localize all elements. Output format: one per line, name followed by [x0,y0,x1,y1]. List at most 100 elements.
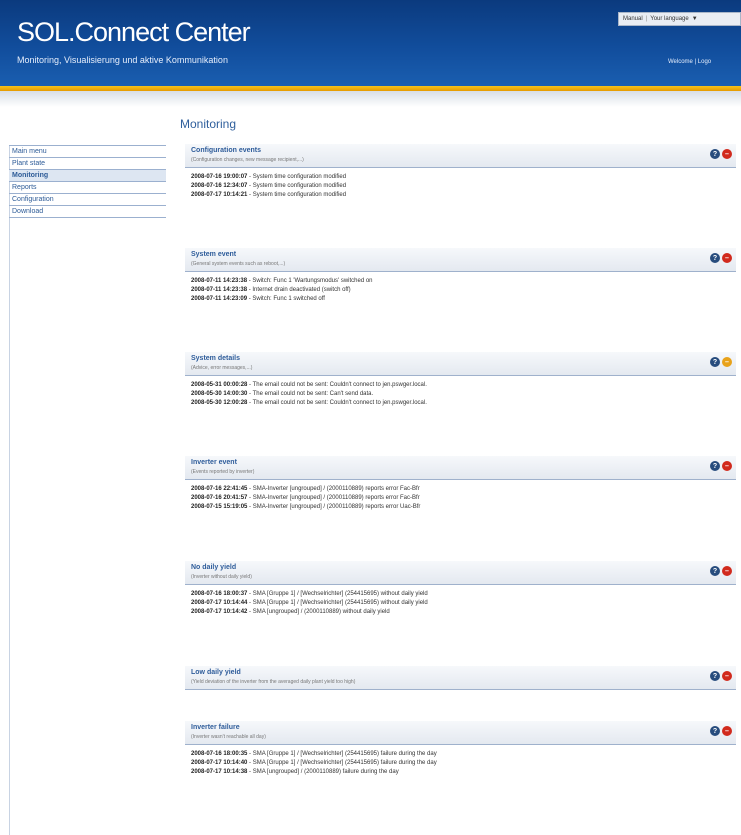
event-message: - SMA-Inverter [ungrouped] / (2000110889… [247,495,420,501]
welcome-links[interactable]: Welcome | Logo [668,59,711,65]
sidebar-item-monitoring[interactable]: Monitoring [9,170,166,182]
event-row: 2008-07-16 18:00:37 - SMA [Gruppe 1] / [… [191,590,730,599]
app-header: SOL.Connect Center Monitoring, Visualisi… [0,0,741,86]
monitoring-section: Configuration events (Configuration chang… [185,144,736,200]
section-subtitle: (Events reported by inverter) [191,469,255,475]
event-row: 2008-07-11 14:23:09 - Switch: Func 1 swi… [191,295,730,304]
section-icons: ? – [710,149,732,159]
section-subtitle: (Inverter without daily yield) [191,574,252,580]
section-icons: ? – [710,357,732,367]
event-row: 2008-07-17 10:14:42 - SMA [ungrouped] / … [191,608,730,617]
event-message: - The email could not be sent: Can't sen… [247,391,374,397]
event-timestamp: 2008-07-17 10:14:40 [191,760,248,766]
event-message: - SMA-Inverter [ungrouped] / (2000110889… [247,504,421,510]
event-row: 2008-07-17 10:14:40 - SMA [Gruppe 1] / [… [191,759,730,768]
event-row: 2008-07-16 18:00:35 - SMA [Gruppe 1] / [… [191,750,730,759]
sidebar-item-plant-state[interactable]: Plant state [9,158,166,170]
section-icons: ? – [710,253,732,263]
status-red-icon[interactable]: – [722,461,732,471]
event-message: - SMA [Gruppe 1] / [Wechselrichter] (254… [247,600,428,606]
section-icons: ? – [710,461,732,471]
help-icon[interactable]: ? [710,357,720,367]
status-red-icon[interactable]: – [722,566,732,576]
help-icon[interactable]: ? [710,461,720,471]
event-timestamp: 2008-05-31 00:00:28 [191,382,248,388]
event-row: 2008-05-30 12:00:28 - The email could no… [191,399,730,408]
status-orange-icon[interactable]: – [722,357,732,367]
event-row: 2008-07-11 14:23:38 - Internet drain dea… [191,286,730,295]
event-row: 2008-07-15 15:19:05 - SMA-Inverter [ungr… [191,503,730,512]
section-header: Inverter event (Events reported by invert… [185,456,736,480]
event-timestamp: 2008-07-17 10:14:44 [191,600,248,606]
event-message: - Internet drain deactivated (switch off… [247,287,351,293]
language-select[interactable]: Your language [650,16,688,22]
section-title[interactable]: System event [191,251,236,258]
event-message: - SMA-Inverter [ungrouped] / (2000110889… [247,486,420,492]
section-header: System details (Advice, error messages,..… [185,352,736,376]
sidebar-item-reports[interactable]: Reports [9,182,166,194]
event-timestamp: 2008-07-17 10:14:21 [191,192,248,198]
event-row: 2008-07-11 14:23:38 - Switch: Func 1 'Wa… [191,277,730,286]
help-icon[interactable]: ? [710,726,720,736]
brand-logo[interactable]: SOL.Connect Center [17,17,251,48]
event-message: - SMA [ungrouped] / (2000110889) failure… [247,769,399,775]
help-icon[interactable]: ? [710,566,720,576]
event-timestamp: 2008-07-16 22:41:45 [191,486,248,492]
event-row: 2008-05-30 14:00:30 - The email could no… [191,390,730,399]
event-message: - SMA [ungrouped] / (2000110889) without… [247,609,390,615]
event-list: 2008-07-16 18:00:37 - SMA [Gruppe 1] / [… [185,585,736,617]
event-list: 2008-05-31 00:00:28 - The email could no… [185,376,736,408]
event-row: 2008-07-17 10:14:21 - System time config… [191,191,730,200]
event-timestamp: 2008-07-11 14:23:38 [191,287,248,293]
section-title[interactable]: Low daily yield [191,669,241,676]
section-subtitle: (General system events such as reboot,..… [191,261,286,267]
section-header: Low daily yield (Yield deviation of the i… [185,666,736,690]
status-red-icon[interactable]: – [722,149,732,159]
event-list: 2008-07-16 18:00:35 - SMA [Gruppe 1] / [… [185,745,736,777]
section-title[interactable]: No daily yield [191,564,236,571]
section-title[interactable]: Configuration events [191,147,261,154]
event-timestamp: 2008-07-11 14:23:38 [191,278,248,284]
manual-link[interactable]: Manual [623,16,643,22]
event-row: 2008-07-16 12:34:07 - System time config… [191,182,730,191]
sidebar-menu: Main menu Plant state Monitoring Reports Con… [9,146,166,218]
event-timestamp: 2008-07-17 10:14:42 [191,609,248,615]
event-message: - SMA [Gruppe 1] / [Wechselrichter] (254… [247,760,437,766]
section-title[interactable]: Inverter event [191,459,237,466]
event-row: 2008-05-31 00:00:28 - The email could no… [191,381,730,390]
help-icon[interactable]: ? [710,149,720,159]
sidebar-item-download[interactable]: Download [9,206,166,218]
help-icon[interactable]: ? [710,253,720,263]
status-red-icon[interactable]: – [722,671,732,681]
section-title[interactable]: Inverter failure [191,724,240,731]
event-row: 2008-07-16 19:00:07 - System time config… [191,173,730,182]
event-message: - System time configuration modified [247,192,347,198]
header-shadow [0,91,741,107]
top-link-bar: Manual | Your language ▼ [618,12,741,26]
section-subtitle: (Yield deviation of the inverter from th… [191,679,356,685]
section-icons: ? – [710,726,732,736]
status-red-icon[interactable]: – [722,726,732,736]
monitoring-section: No daily yield (Inverter without daily yi… [185,561,736,617]
section-header: Configuration events (Configuration chang… [185,144,736,168]
section-subtitle: (Configuration changes, new message reci… [191,157,304,163]
event-message: - Switch: Func 1 'Wartungsmodus' switche… [247,278,373,284]
chevron-down-icon[interactable]: ▼ [692,16,698,22]
event-message: - System time configuration modified [247,183,347,189]
help-icon[interactable]: ? [710,671,720,681]
event-list: 2008-07-16 19:00:07 - System time config… [185,168,736,200]
event-list [185,690,736,695]
sidebar-item-main-menu[interactable]: Main menu [9,146,166,158]
section-icons: ? – [710,671,732,681]
monitoring-section: System details (Advice, error messages,..… [185,352,736,408]
event-message: - System time configuration modified [247,174,347,180]
event-message: - SMA [Gruppe 1] / [Wechselrichter] (254… [247,591,428,597]
event-list: 2008-07-16 22:41:45 - SMA-Inverter [ungr… [185,480,736,512]
section-title[interactable]: System details [191,355,240,362]
event-timestamp: 2008-07-16 18:00:35 [191,751,248,757]
sidebar-item-configuration[interactable]: Configuration [9,194,166,206]
section-header: No daily yield (Inverter without daily yi… [185,561,736,585]
monitoring-section: Inverter failure (Inverter wasn't reachab… [185,721,736,777]
event-message: - The email could not be sent: Couldn't … [247,400,427,406]
status-red-icon[interactable]: – [722,253,732,263]
